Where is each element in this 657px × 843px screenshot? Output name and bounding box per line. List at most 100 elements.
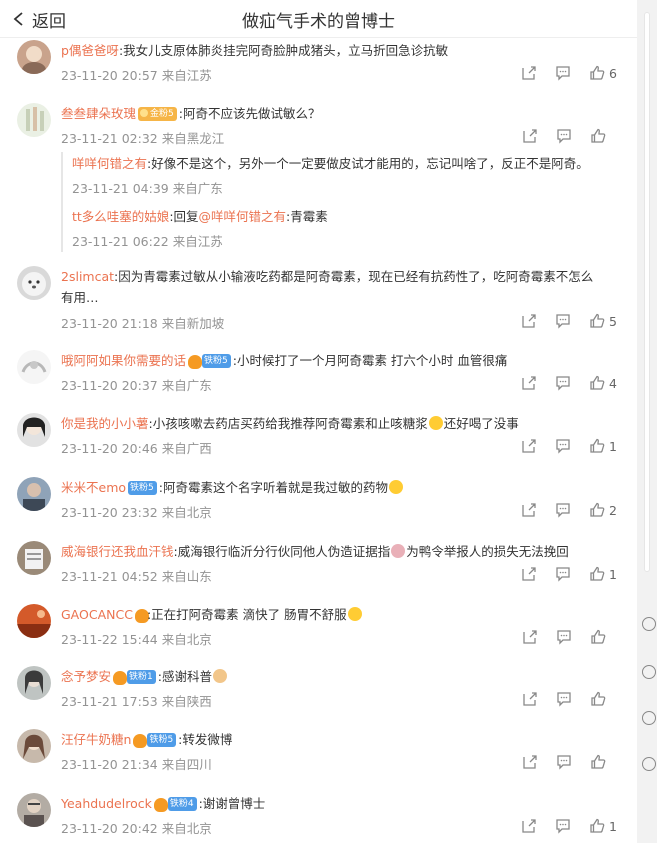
mention-link[interactable]: @咩咩何错之有: [199, 209, 287, 224]
comment-button[interactable]: [556, 629, 572, 645]
comment-meta: 23-11-20 21:18 来自新加坡: [61, 316, 225, 331]
share-button[interactable]: [521, 566, 537, 582]
thumbs-up-icon: [591, 629, 606, 644]
like-button[interactable]: 5: [589, 313, 617, 329]
thumbs-up-icon: [590, 818, 605, 833]
comment-icon: [556, 439, 570, 454]
share-button[interactable]: [522, 629, 538, 645]
like-count: 1: [609, 566, 617, 582]
avatar[interactable]: [17, 793, 51, 827]
heart-icon[interactable]: [642, 665, 656, 679]
like-button[interactable]: 1: [589, 438, 617, 454]
settings-icon[interactable]: [642, 757, 656, 771]
like-count: 1: [609, 818, 617, 834]
comment-button[interactable]: [555, 502, 571, 518]
like-button[interactable]: [590, 629, 617, 645]
like-button[interactable]: [590, 128, 617, 144]
comment-username[interactable]: p偶爸爸呀: [61, 43, 119, 58]
share-button[interactable]: [522, 128, 538, 144]
comment-button[interactable]: [555, 566, 571, 582]
comment-meta: 23-11-20 20:57 来自江苏: [61, 68, 212, 83]
avatar[interactable]: [17, 266, 51, 300]
thumbs-up-icon: [591, 754, 606, 769]
like-button[interactable]: [590, 754, 617, 770]
avatar[interactable]: [17, 541, 51, 575]
reply-item: tt多么哇塞的姑娘:回复@咩咩何错之有:青霉素: [72, 209, 328, 224]
comment-meta: 23-11-21 02:32 来自黑龙江: [61, 131, 225, 146]
comment-username[interactable]: 米米不emo: [61, 480, 126, 495]
fan-icon: [113, 670, 128, 685]
like-button[interactable]: 1: [589, 566, 617, 582]
comment-username[interactable]: 念予梦安: [61, 669, 111, 684]
comment-meta: 23-11-21 04:52 来自山东: [61, 569, 212, 584]
comment-username[interactable]: 你是我的小小薯: [61, 416, 149, 431]
reply-username[interactable]: 咩咩何错之有: [72, 156, 147, 171]
comment-button[interactable]: [555, 375, 571, 391]
share-button[interactable]: [521, 375, 537, 391]
comment-text: :谢谢曾博士: [198, 796, 266, 811]
reply-username[interactable]: tt多么哇塞的姑娘: [72, 209, 169, 224]
share-icon: [522, 376, 536, 390]
reply-text: :好像不是这个，另外一个一定要做皮试才能用的，忘记叫啥了，反正不是阿奇。: [147, 156, 589, 171]
comment-username[interactable]: 威海银行还我血汗钱: [61, 544, 174, 559]
fan-icon: [153, 797, 168, 812]
share-icon: [522, 439, 536, 453]
avatar[interactable]: [17, 604, 51, 638]
like-button[interactable]: 1: [589, 818, 617, 834]
fan-icon: [188, 354, 203, 369]
share-icon: [523, 755, 537, 769]
comment-username[interactable]: GAOCANCC: [61, 607, 133, 622]
share-button[interactable]: [521, 313, 537, 329]
comment-username[interactable]: 叁叁肆朵玫瑰: [61, 106, 136, 121]
avatar[interactable]: [17, 103, 51, 137]
comment-username[interactable]: 汪仔牛奶糖n: [61, 732, 131, 747]
comment-meta: 23-11-22 15:44 来自北京: [61, 632, 212, 647]
like-button[interactable]: 2: [589, 502, 617, 518]
like-button[interactable]: 4: [589, 375, 617, 391]
fan-badge: 铁粉5: [147, 732, 177, 747]
comment-username[interactable]: 2slimcat: [61, 269, 114, 284]
page-title: 做疝气手术的曾博士: [242, 12, 395, 32]
avatar[interactable]: [17, 350, 51, 384]
comment-button[interactable]: [555, 313, 571, 329]
comment-button[interactable]: [555, 818, 571, 834]
info-icon[interactable]: [642, 711, 656, 725]
comment-button[interactable]: [556, 754, 572, 770]
refresh-icon[interactable]: [642, 617, 656, 631]
share-button[interactable]: [521, 65, 537, 81]
thumbs-up-icon: [591, 128, 606, 143]
reply-meta: 23-11-21 06:22 来自江苏: [72, 234, 223, 249]
comment-button[interactable]: [556, 128, 572, 144]
comment-text: :威海银行临沂分行伙同他人伪造证据指: [173, 544, 391, 559]
avatar[interactable]: [17, 477, 51, 511]
avatar[interactable]: [17, 729, 51, 763]
comment-text-after: 还好喝了没事: [443, 416, 519, 431]
share-button[interactable]: [521, 818, 537, 834]
share-button[interactable]: [521, 502, 537, 518]
share-icon: [523, 630, 537, 644]
comment-username[interactable]: 哦阿阿如果你需要的话: [61, 353, 186, 368]
thumbs-up-icon: [590, 438, 605, 453]
share-button[interactable]: [521, 438, 537, 454]
share-button[interactable]: [522, 691, 538, 707]
share-icon: [523, 129, 537, 143]
comment-button[interactable]: [555, 65, 571, 81]
comment-icon: [557, 129, 571, 144]
avatar[interactable]: [17, 666, 51, 700]
comment-meta: 23-11-21 17:53 来自陕西: [61, 694, 212, 709]
comment-username[interactable]: Yeahdudelrock: [61, 796, 152, 811]
avatar[interactable]: [17, 40, 51, 74]
like-button[interactable]: [590, 691, 617, 707]
avatar[interactable]: [17, 413, 51, 447]
laugh-emoji-icon: [388, 480, 403, 494]
top-bar: 返回 做疝气手术的曾博士: [0, 0, 637, 38]
like-button[interactable]: 6: [589, 65, 617, 81]
share-button[interactable]: [522, 754, 538, 770]
comment-icon: [557, 755, 571, 770]
comment-button[interactable]: [556, 691, 572, 707]
crying-emoji-icon: [428, 416, 443, 430]
comment-button[interactable]: [555, 438, 571, 454]
comment-text: :我女儿支原体肺炎挂完阿奇脸肿成猪头，立马折回急诊抗敏: [118, 43, 449, 58]
reply-thread: 咩咩何错之有:好像不是这个，另外一个一定要做皮试才能用的，忘记叫啥了，反正不是阿…: [61, 152, 617, 252]
scrollbar-thumb[interactable]: [644, 12, 650, 572]
